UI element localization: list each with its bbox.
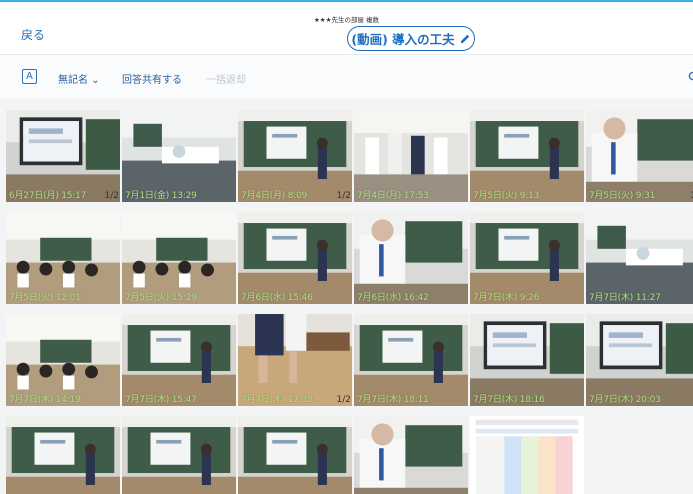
submission-thumbnail[interactable]: 7月7日(木) 9:26 [470,212,584,304]
submission-date-label: 7月7日(木) 9:26 [473,293,540,303]
submission-thumbnail[interactable]: 7月4日(月) 8:09 1/2 [238,110,352,202]
submission-date-label: 7月6日(水) 15:46 [241,293,313,303]
submission-date-label: 7月5日(火) 9:13 [473,191,540,201]
submission-thumbnail[interactable]: 7月7日(木) 18:16 [470,314,584,406]
photo-image [238,416,352,494]
share-answers-button[interactable]: 回答共有する [122,71,182,86]
sort-dropdown[interactable]: 無記名 ⌄ [58,71,100,86]
toolbar: A 無記名 ⌄ 回答共有する 一括返却 [0,54,693,98]
page-count-label: 1/2 [336,191,351,201]
photo-image [354,416,468,494]
submission-thumbnail[interactable]: 7月7日(木) 18:11 [354,314,468,406]
submissions-grid: 6月27日(月) 15:17 1/2 7月1日(金) 13:29 7月4日(月) … [0,98,693,494]
title-button[interactable]: (動画) 導入の工夫 [347,26,475,51]
submission-thumbnail[interactable]: 7月7日(木) 14:19 [6,314,120,406]
submission-date-label: 7月4日(月) 8:09 [241,191,308,201]
submission-date-label: 7月7日(木) 18:11 [357,395,429,405]
submission-thumbnail[interactable]: 7月7日(木) 15:47 [122,314,236,406]
submission-date-label: 7月5日(火) 15:29 [125,293,197,303]
submission-date-label: 7月7日(木) 20:03 [589,395,661,405]
submission-thumbnail[interactable]: 7月5日(火) 15:29 [122,212,236,304]
submission-thumbnail[interactable]: 7月5日(火) 9:311/ [586,110,693,202]
submission-thumbnail[interactable]: 7月8日(金) 13:14 [6,416,120,494]
submission-thumbnail[interactable]: 7月19日(火) 15:37 [470,416,584,494]
submission-date-label: 7月6日(水) 16:42 [357,293,429,303]
bulk-return-button[interactable]: 一括返却 [206,71,246,86]
submission-thumbnail[interactable]: 7月8日(金) 16:32 [122,416,236,494]
page-count-label: 1/2 [104,191,119,201]
submission-thumbnail[interactable]: 7月5日(火) 9:13 [470,110,584,202]
submission-thumbnail[interactable]: 7月5日(火) 12:01 [6,212,120,304]
more-icon[interactable] [688,71,693,84]
submission-thumbnail[interactable]: 7月4日(月) 17:53 [354,110,468,202]
submission-date-label: 7月5日(火) 12:01 [9,293,81,303]
submission-thumbnail[interactable]: 7月15日(金) 7:54 [354,416,468,494]
submission-thumbnail[interactable]: 7月6日(水) 16:42 [354,212,468,304]
submission-thumbnail[interactable]: 7月7日(木) 11:27 [586,212,693,304]
submission-date-label: 7月5日(火) 9:31 [589,191,656,201]
photo-image [470,416,584,494]
submission-date-label: 7月7日(木) 11:27 [589,293,661,303]
page-subtitle: ★★★先生の部屋 複数 [313,16,380,24]
pencil-icon [459,33,471,45]
photo-image [6,416,120,494]
text-size-icon[interactable]: A [22,69,37,84]
submission-date-label: 7月7日(木) 14:19 [9,395,81,405]
submission-thumbnail[interactable]: 7月8日(金) 22:03 [238,416,352,494]
photo-image [122,416,236,494]
back-button[interactable]: 戻る [21,26,45,43]
submission-date-label: 7月1日(金) 13:29 [125,191,197,201]
submission-thumbnail[interactable]: 7月6日(水) 15:46 [238,212,352,304]
header-bar: 戻る ★★★先生の部屋 複数 (動画) 導入の工夫 [0,2,693,54]
submission-date-label: 7月7日(木) 18:16 [473,395,545,405]
page-count-label: 1/2 [336,395,351,405]
submission-thumbnail[interactable]: 7月7日(木) 17:38 1/2 [238,314,352,406]
submission-thumbnail[interactable]: 6月27日(月) 15:17 1/2 [6,110,120,202]
submission-thumbnail[interactable]: 7月7日(木) 20:03 [586,314,693,406]
page-title: (動画) 導入の工夫 [351,32,455,47]
submission-date-label: 6月27日(月) 15:17 [9,191,87,201]
submission-thumbnail[interactable]: 7月1日(金) 13:29 [122,110,236,202]
submission-date-label: 7月7日(木) 15:47 [125,395,197,405]
submission-date-label: 7月4日(月) 17:53 [357,191,429,201]
chevron-down-icon: ⌄ [91,75,100,86]
sort-label: 無記名 [58,75,88,86]
submission-date-label: 7月7日(木) 17:38 [241,395,313,405]
